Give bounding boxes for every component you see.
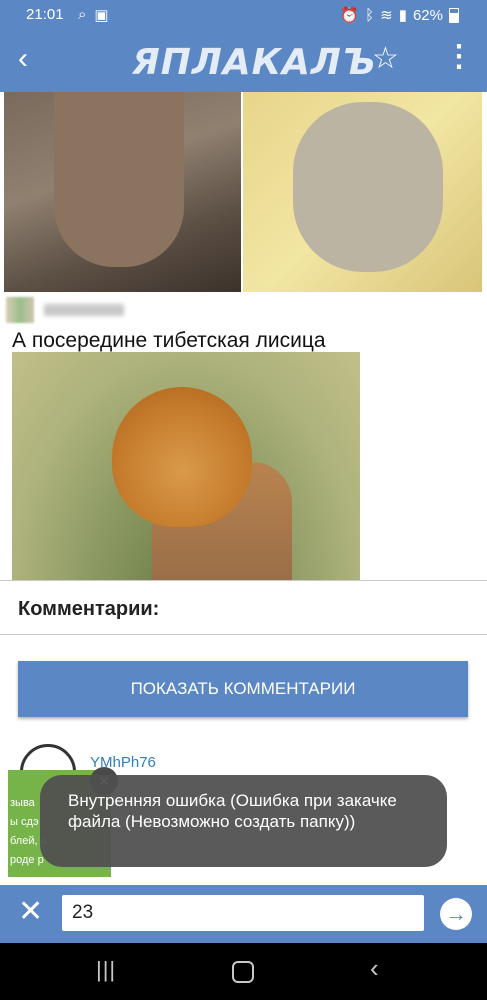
signal-icon: ▮ bbox=[398, 7, 407, 24]
go-arrow-icon[interactable]: → bbox=[440, 898, 472, 930]
post-image-quokka[interactable] bbox=[4, 92, 241, 292]
post-image-chinchilla[interactable] bbox=[243, 92, 482, 292]
divider bbox=[0, 580, 487, 581]
post-caption: А посередине тибетская лисица bbox=[12, 329, 326, 352]
app-bar: ‹ ЯПЛАКАЛЪ ☆ ⋮ bbox=[0, 30, 487, 92]
post-image-fox[interactable] bbox=[12, 352, 360, 580]
system-nav-bar: ||| ‹ bbox=[0, 943, 487, 1000]
author-name-blurred bbox=[44, 304, 124, 316]
search-icon: ⌕ bbox=[78, 6, 87, 23]
bluetooth-icon: ᛒ bbox=[365, 6, 375, 24]
home-icon[interactable] bbox=[232, 961, 254, 983]
search-bar: ✕ → bbox=[0, 885, 487, 943]
close-icon[interactable]: ✕ bbox=[18, 897, 43, 927]
post-author[interactable] bbox=[6, 297, 124, 323]
more-menu-icon[interactable]: ⋮ bbox=[444, 42, 474, 72]
battery-percent: 62% bbox=[412, 6, 443, 24]
error-toast: Внутренняя ошибка (Ошибка при закачке фа… bbox=[40, 775, 447, 867]
post-image-row bbox=[4, 92, 482, 292]
battery-icon bbox=[449, 7, 459, 23]
status-time: 21:01 bbox=[26, 6, 64, 23]
alarm-icon: ⏰ bbox=[340, 7, 360, 24]
nav-back-icon[interactable]: ‹ bbox=[370, 953, 379, 984]
show-comments-button[interactable]: ПОКАЗАТЬ КОММЕНТАРИИ bbox=[18, 661, 468, 717]
back-icon[interactable]: ‹ bbox=[18, 44, 28, 74]
star-icon[interactable]: ☆ bbox=[372, 44, 399, 74]
comments-title: Комментарии: bbox=[18, 598, 160, 620]
media-icon: ▣ bbox=[94, 7, 109, 24]
divider bbox=[0, 634, 487, 635]
recents-icon[interactable]: ||| bbox=[96, 957, 116, 983]
status-bar: 21:01 ⌕ ▣ ⏰ ᛒ ≋ ▮ 62% bbox=[0, 0, 487, 30]
search-input[interactable] bbox=[62, 895, 424, 931]
wifi-icon: ≋ bbox=[380, 7, 393, 24]
avatar bbox=[6, 297, 34, 323]
app-logo[interactable]: ЯПЛАКАЛЪ bbox=[132, 42, 377, 83]
